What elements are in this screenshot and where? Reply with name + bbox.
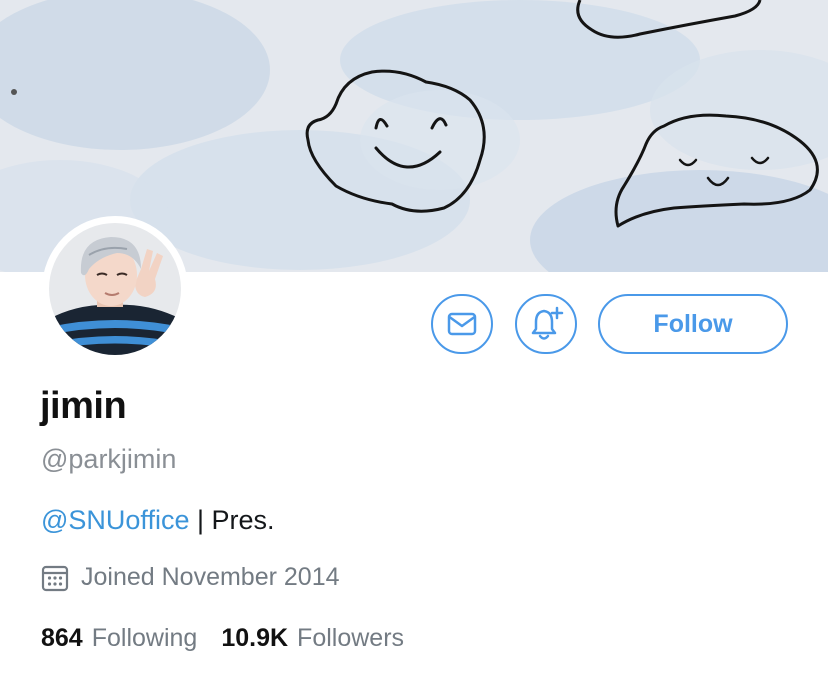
joined-date: Joined November 2014 <box>41 563 340 592</box>
bio-text: | Pres. <box>189 505 275 535</box>
followers-count: 10.9K <box>221 624 289 652</box>
avatar-photo <box>49 223 181 355</box>
user-handle: @parkjimin <box>41 444 177 474</box>
bio-mention-link[interactable]: @SNUoffice <box>41 505 189 535</box>
joined-label: Joined November 2014 <box>81 563 340 591</box>
followers-label: Followers <box>297 624 405 652</box>
follow-button[interactable]: Follow <box>598 294 788 354</box>
calendar-icon <box>41 565 69 591</box>
display-name: jimin <box>40 385 127 427</box>
followers-stat[interactable]: 10.9K Followers <box>221 624 404 653</box>
profile-bio: @SNUoffice | Pres. <box>41 505 275 536</box>
profile-stats: 864 Following 10.9K Followers <box>41 624 404 653</box>
following-label: Following <box>91 624 198 652</box>
avatar[interactable] <box>42 216 188 362</box>
following-stat[interactable]: 864 Following <box>41 624 197 653</box>
bell-plus-icon <box>531 306 564 340</box>
envelope-icon <box>447 312 477 336</box>
message-button[interactable] <box>431 294 493 354</box>
following-count: 864 <box>41 624 83 652</box>
notification-button[interactable] <box>515 294 577 354</box>
